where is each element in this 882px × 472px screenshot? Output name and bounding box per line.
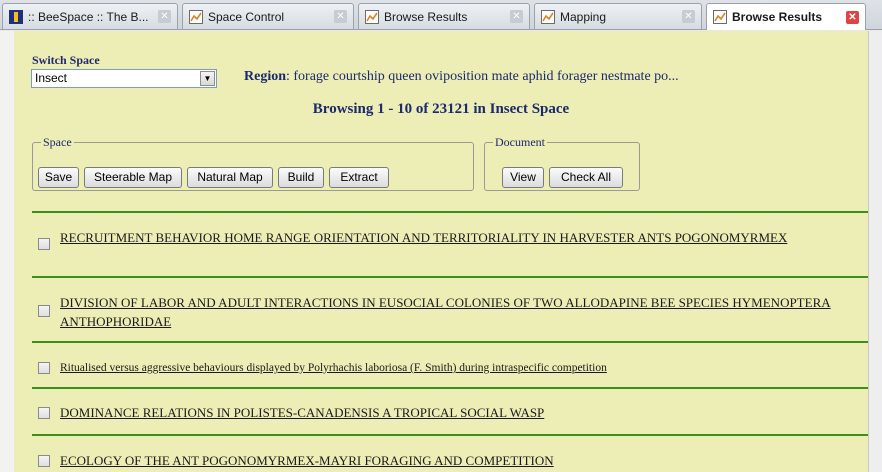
tab-space-control[interactable]: Space Control ✕ — [182, 3, 354, 29]
result-divider — [32, 276, 868, 278]
close-icon[interactable]: ✕ — [334, 10, 347, 23]
close-icon[interactable]: ✕ — [846, 10, 859, 24]
region-text: : forage courtship queen oviposition mat… — [286, 69, 679, 84]
switch-space-label: Switch Space — [32, 53, 100, 67]
result-checkbox[interactable] — [38, 407, 50, 419]
result-item: RECRUITMENT BEHAVIOR HOME RANGE ORIENTAT… — [38, 228, 858, 268]
result-title-link[interactable]: ECOLOGY OF THE ANT POGONOMYRMEX-MAYRI FO… — [60, 451, 554, 470]
result-item: ECOLOGY OF THE ANT POGONOMYRMEX-MAYRI FO… — [38, 451, 858, 471]
result-checkbox[interactable] — [38, 455, 50, 467]
result-title-link[interactable]: RECRUITMENT BEHAVIOR HOME RANGE ORIENTAT… — [60, 228, 850, 247]
vertical-scrollbar[interactable] — [868, 31, 882, 472]
space-select[interactable]: Insect ▼ — [31, 69, 217, 88]
close-icon[interactable]: ✕ — [682, 10, 695, 23]
close-icon[interactable]: ✕ — [158, 10, 171, 23]
browse-results-page: Switch Space Insect ▼ Region: forage cou… — [14, 31, 868, 472]
result-title-link[interactable]: DOMINANCE RELATIONS IN POLISTES-CANADENS… — [60, 403, 544, 422]
tab-title: Mapping — [560, 9, 607, 24]
steerable-map-button[interactable]: Steerable Map — [84, 167, 182, 188]
tab-browse-results-1[interactable]: Browse Results ✕ — [358, 3, 530, 29]
document-group: Document View Check All — [484, 135, 640, 191]
result-item: DIVISION OF LABOR AND ADULT INTERACTIONS… — [38, 293, 858, 333]
tab-beespace[interactable]: :: BeeSpace :: The B... ✕ — [2, 3, 178, 29]
chart-icon — [713, 10, 727, 24]
chart-icon — [189, 9, 203, 24]
result-title-link[interactable]: DIVISION OF LABOR AND ADULT INTERACTIONS… — [60, 293, 860, 331]
tab-browse-results-active[interactable]: Browse Results ✕ — [706, 3, 866, 30]
result-divider — [32, 341, 868, 343]
save-button[interactable]: Save — [38, 167, 79, 188]
document-group-legend: Document — [495, 135, 545, 149]
tab-title: Browse Results — [732, 10, 823, 24]
result-divider — [32, 211, 868, 213]
browsing-summary: Browsing 1 - 10 of 23121 in Insect Space — [312, 101, 570, 117]
browser-tab-bar: :: BeeSpace :: The B... ✕ Space Control … — [0, 0, 882, 30]
result-item: DOMINANCE RELATIONS IN POLISTES-CANADENS… — [38, 403, 858, 423]
region-label: Region — [244, 69, 286, 84]
result-item: Ritualised versus aggressive behaviours … — [38, 359, 858, 379]
result-checkbox[interactable] — [38, 362, 50, 374]
result-title-link[interactable]: Ritualised versus aggressive behaviours … — [60, 359, 607, 377]
tab-mapping[interactable]: Mapping ✕ — [534, 3, 702, 29]
region-line: Region: forage courtship queen ovipositi… — [244, 69, 679, 85]
close-icon[interactable]: ✕ — [510, 10, 523, 23]
chart-icon — [541, 9, 555, 24]
natural-map-button[interactable]: Natural Map — [187, 167, 273, 188]
result-divider — [32, 434, 868, 436]
extract-button[interactable]: Extract — [329, 167, 389, 188]
space-select-value: Insect — [35, 71, 68, 85]
view-button[interactable]: View — [502, 167, 544, 188]
space-group: Space Save Steerable Map Natural Map Bui… — [32, 135, 474, 191]
tab-title: Browse Results — [384, 9, 468, 24]
left-gutter — [0, 31, 14, 472]
result-divider — [32, 387, 868, 389]
result-checkbox[interactable] — [38, 238, 50, 250]
check-all-button[interactable]: Check All — [549, 167, 623, 188]
chevron-down-icon[interactable]: ▼ — [200, 71, 215, 86]
tab-title: Space Control — [208, 9, 285, 24]
result-checkbox[interactable] — [38, 305, 50, 317]
beespace-logo-icon — [9, 9, 23, 24]
tab-title: :: BeeSpace :: The B... — [28, 9, 149, 24]
build-button[interactable]: Build — [278, 167, 324, 188]
chart-icon — [365, 9, 379, 24]
space-group-legend: Space — [43, 135, 72, 149]
